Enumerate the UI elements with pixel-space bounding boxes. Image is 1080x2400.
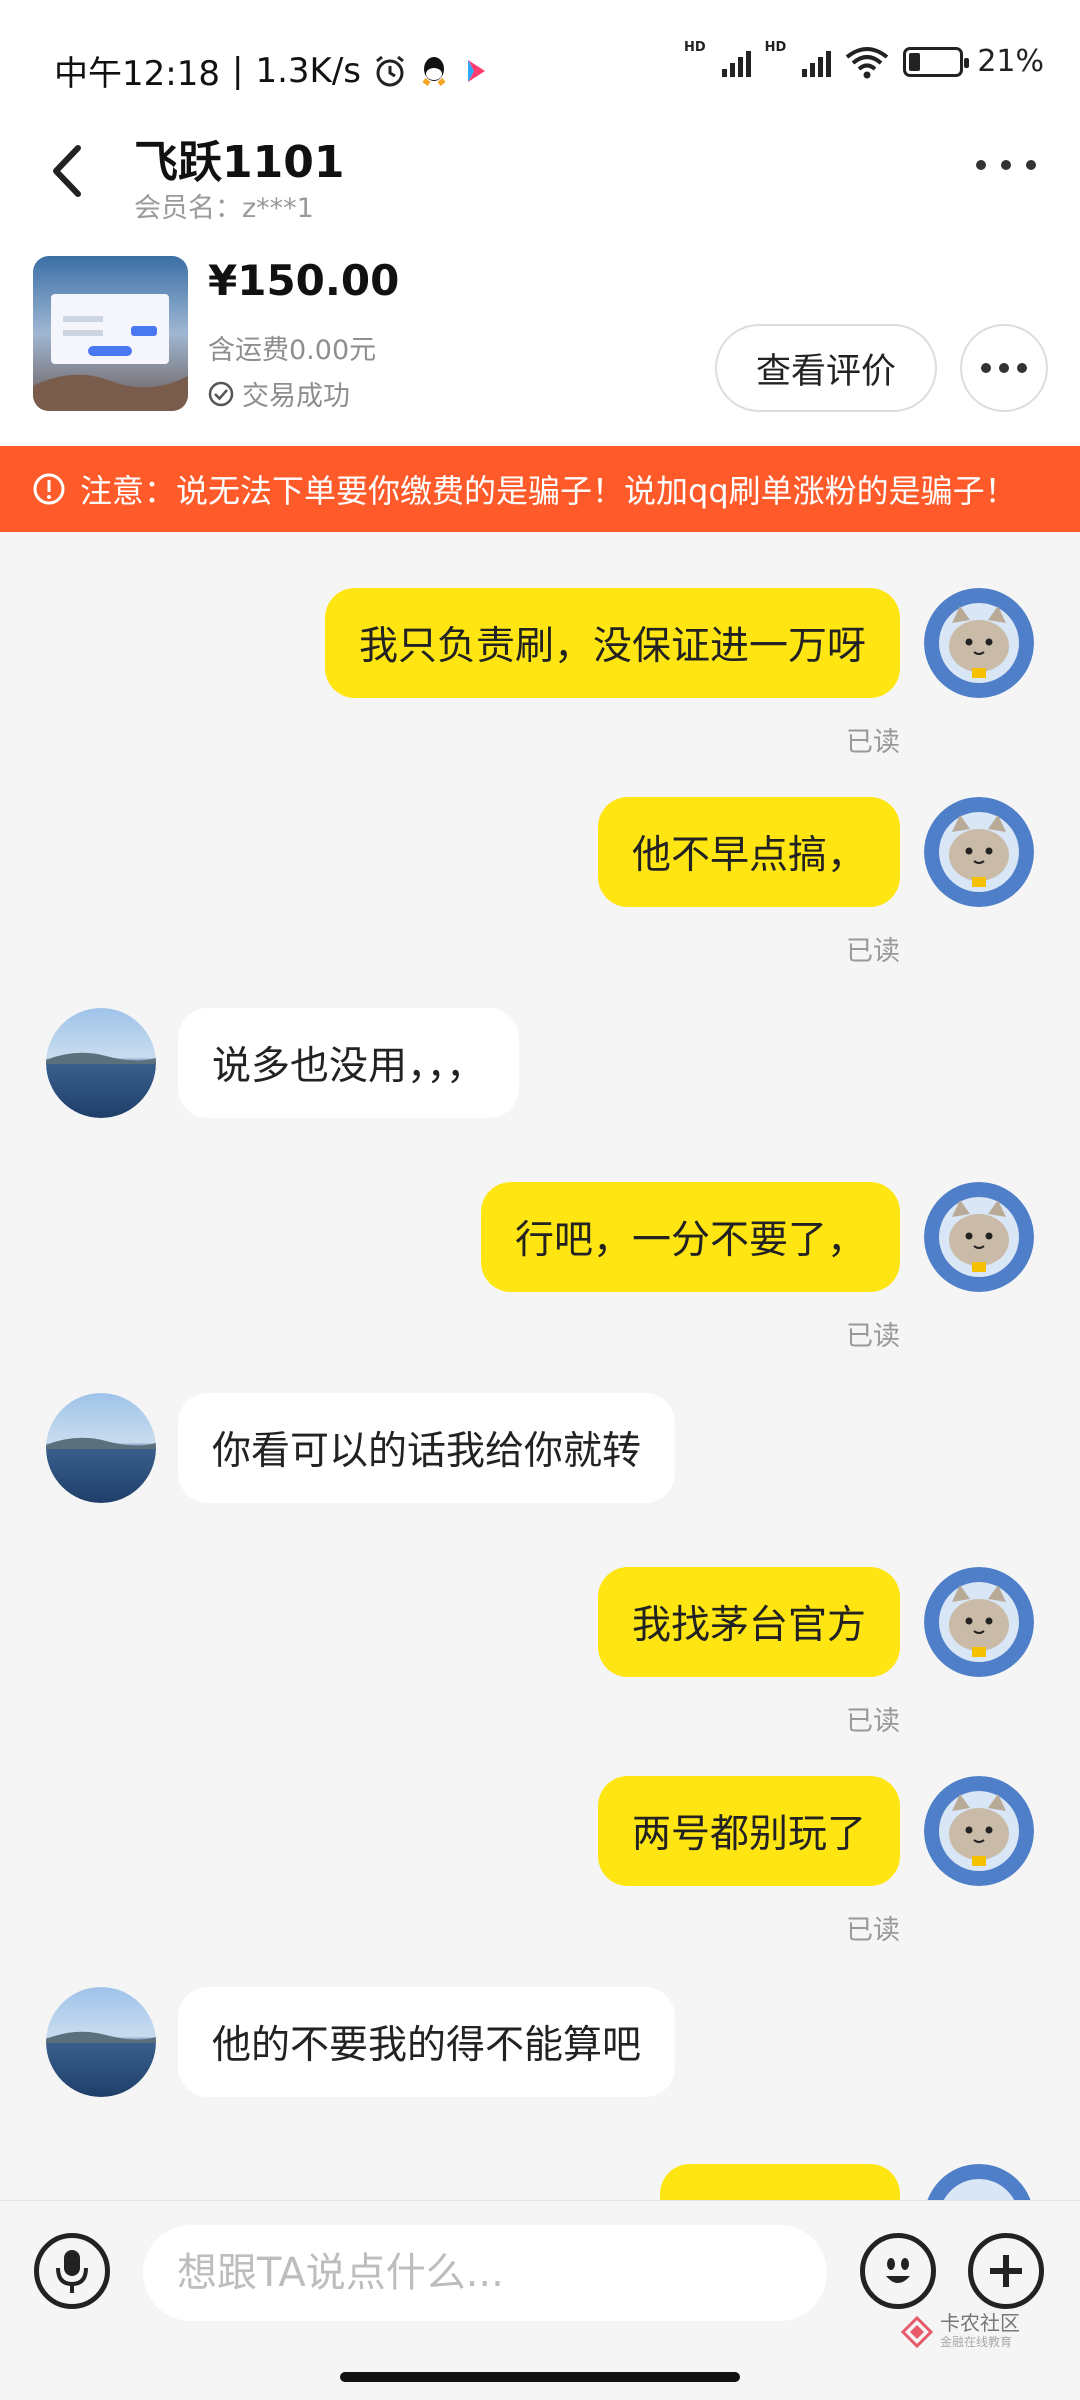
- my-avatar[interactable]: [924, 2164, 1034, 2200]
- message-bubble[interactable]: 他的不要我的得不能算吧: [178, 1987, 676, 2097]
- smiley-icon: [886, 2258, 910, 2283]
- dot: [976, 160, 986, 170]
- product-thumbnail[interactable]: [33, 256, 188, 411]
- chat-messages[interactable]: 我只负责刷，没保证进一万呀 已读 他不早点搞， 已读 说多也没用，，， 行吧，一…: [0, 532, 1080, 2200]
- chat-header: 飞跃1101 会员名：z***1: [0, 110, 1080, 230]
- my-avatar[interactable]: [924, 588, 1034, 698]
- view-review-button[interactable]: 查看评价: [715, 324, 937, 412]
- message-bubble[interactable]: 说多也没用，，，: [178, 1008, 520, 1118]
- order-status-label: 交易成功: [242, 381, 350, 412]
- dot: [999, 363, 1009, 373]
- signal-icon-1: [721, 47, 751, 77]
- order-price: ¥150.00: [208, 256, 400, 305]
- wifi-icon: [845, 45, 889, 79]
- read-receipt: 已读: [846, 1915, 900, 1946]
- plus-icon: [990, 2255, 1022, 2287]
- status-time: 中午12:18: [54, 54, 220, 94]
- warning-icon: [33, 473, 65, 505]
- read-receipt: 已读: [846, 936, 900, 967]
- hd-label-2: HD: [764, 40, 787, 55]
- dot: [1017, 363, 1027, 373]
- battery-percent: 21%: [977, 44, 1044, 79]
- dot: [981, 363, 991, 373]
- message-bubble[interactable]: 他不早点搞，: [597, 797, 900, 907]
- voice-button[interactable]: [34, 2233, 110, 2309]
- video-app-icon: [461, 56, 491, 86]
- hd-label-1: HD: [683, 40, 706, 55]
- my-avatar[interactable]: [924, 1567, 1034, 1677]
- back-button[interactable]: [44, 134, 88, 204]
- dot: [1026, 160, 1036, 170]
- shipping-fee: 含运费0.00元: [208, 335, 377, 366]
- order-more-button[interactable]: [960, 324, 1048, 412]
- my-avatar[interactable]: [924, 1182, 1034, 1292]
- contact-avatar[interactable]: [46, 1008, 156, 1118]
- status-right: HD HD 21%: [684, 40, 1044, 79]
- home-indicator[interactable]: [340, 2372, 740, 2382]
- dot: [1001, 160, 1011, 170]
- status-divider: |: [231, 50, 244, 91]
- signal-icon-2: [802, 47, 832, 77]
- watermark-text-group: 卡农社区 金融在线教育: [940, 2313, 1020, 2350]
- contact-avatar[interactable]: [46, 1987, 156, 2097]
- contact-name: 飞跃1101: [134, 137, 345, 188]
- emoji-button[interactable]: [860, 2233, 936, 2309]
- message-bubble[interactable]: 行吧，一分不要了，: [480, 1182, 900, 1292]
- message-input[interactable]: [143, 2225, 827, 2321]
- my-avatar[interactable]: [924, 797, 1034, 907]
- message-bubble[interactable]: 两号都别玩了: [597, 1776, 900, 1886]
- microphone-icon: [56, 2250, 88, 2293]
- member-name: 会员名：z***1: [134, 193, 314, 224]
- qq-icon: [419, 54, 449, 88]
- read-receipt: 已读: [846, 727, 900, 758]
- message-bubble[interactable]: 我只负责刷，没保证进一万呀: [324, 588, 900, 698]
- battery-fill: [909, 52, 921, 71]
- read-receipt: 已读: [846, 1321, 900, 1352]
- watermark-text: 卡农社区: [940, 2311, 1020, 2335]
- message-bubble[interactable]: 我找茅台官方: [597, 1567, 900, 1677]
- warning-text: 注意：说无法下单要你缴费的是骗子！说加qq刷单涨粉的是骗子！: [80, 472, 1017, 510]
- watermark-subtext: 金融在线教育: [940, 2335, 1013, 2349]
- watermark: 卡农社区 金融在线教育: [900, 2313, 1020, 2350]
- network-speed: 1.3K/s: [255, 50, 361, 91]
- status-left: 中午12:18 | 1.3K/s: [54, 46, 491, 95]
- message-bubble-partial[interactable]: [660, 2164, 900, 2200]
- message-bubble[interactable]: 你看可以的话我给你就转: [178, 1393, 676, 1503]
- scam-warning-banner: 注意：说无法下单要你缴费的是骗子！说加qq刷单涨粉的是骗子！: [0, 446, 1080, 532]
- alarm-icon: [373, 54, 407, 88]
- kanong-logo-icon: [900, 2315, 934, 2348]
- input-bar: 卡农社区 金融在线教育: [0, 2200, 1080, 2350]
- check-circle-icon: [208, 381, 234, 406]
- battery-icon: [903, 46, 970, 77]
- contact-avatar[interactable]: [46, 1393, 156, 1503]
- add-attachment-button[interactable]: [968, 2233, 1044, 2309]
- order-status: 交易成功: [208, 374, 350, 413]
- order-card[interactable]: ¥150.00 含运费0.00元 交易成功 查看评价: [0, 230, 1080, 446]
- my-avatar[interactable]: [924, 1776, 1034, 1886]
- back-arrow-icon: [53, 145, 81, 197]
- read-receipt: 已读: [846, 1706, 900, 1737]
- more-options-button[interactable]: [976, 150, 1036, 180]
